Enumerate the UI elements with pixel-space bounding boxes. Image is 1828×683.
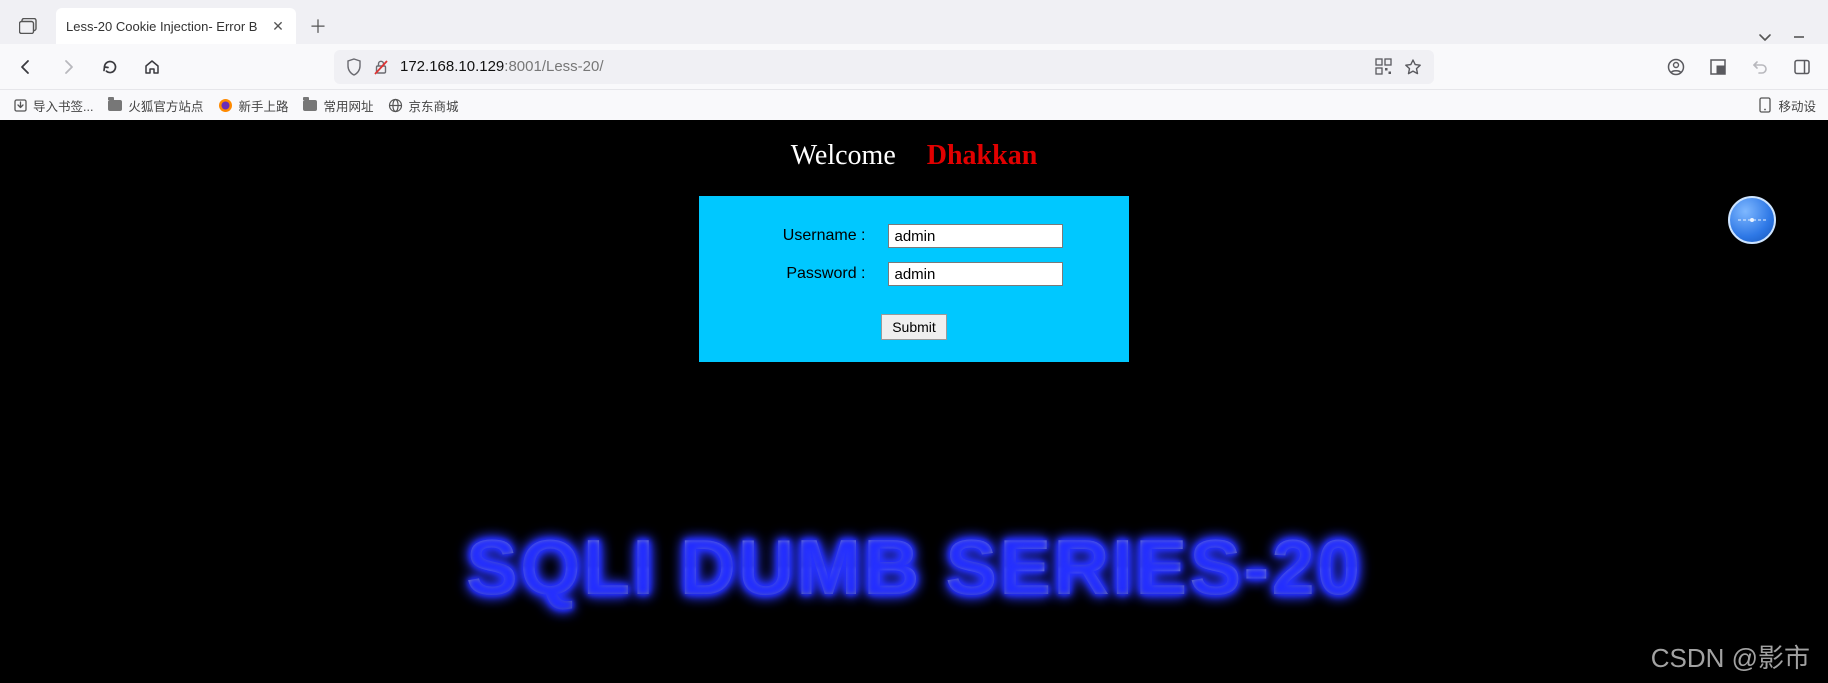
- bookmark-jd[interactable]: 京东商城: [387, 96, 458, 115]
- login-form: Username : Password :: [699, 196, 1129, 362]
- tabbar-right: [1758, 30, 1820, 44]
- page-body: Welcome Dhakkan Username : Password : SQ…: [0, 120, 1828, 683]
- forward-button: [54, 53, 82, 81]
- username-label: Username :: [766, 227, 866, 245]
- import-icon: [12, 97, 28, 113]
- mobile-bookmarks-button[interactable]: 移动设: [1757, 96, 1816, 115]
- watermark-text: CSDN @影市: [1651, 638, 1810, 675]
- sidebar-icon[interactable]: [1788, 53, 1816, 81]
- insecure-icon[interactable]: [372, 58, 390, 76]
- tab-close-icon[interactable]: ✕: [270, 18, 286, 35]
- shield-icon[interactable]: [346, 58, 362, 76]
- password-input[interactable]: [888, 262, 1063, 286]
- nav-trailing: [1662, 53, 1816, 81]
- username-input[interactable]: [888, 224, 1063, 248]
- qr-icon[interactable]: [1375, 58, 1392, 76]
- import-bookmarks-button[interactable]: 导入书签...: [12, 96, 93, 115]
- welcome-label: Welcome: [791, 140, 896, 171]
- clock-extension-icon[interactable]: [1728, 196, 1776, 244]
- home-button[interactable]: [138, 53, 166, 81]
- browser-tab-active[interactable]: Less-20 Cookie Injection- Error B ✕: [56, 8, 296, 44]
- account-icon[interactable]: [1662, 53, 1690, 81]
- new-tab-button[interactable]: ＋: [304, 12, 332, 40]
- back-button[interactable]: [12, 53, 40, 81]
- welcome-heading: Welcome Dhakkan: [0, 120, 1828, 172]
- firefox-icon: [217, 97, 233, 113]
- bookmark-folder-common[interactable]: 常用网址: [302, 96, 373, 115]
- screenshot-icon[interactable]: [1704, 53, 1732, 81]
- bookmark-getting-started[interactable]: 新手上路: [217, 96, 288, 115]
- url-text: 172.168.10.129:8001/Less-20/: [400, 58, 604, 75]
- bookmark-folder-official[interactable]: 火狐官方站点: [107, 96, 203, 115]
- mobile-icon: [1757, 97, 1773, 113]
- bookmarks-toolbar: 导入书签... 火狐官方站点 新手上路 常用网址 京东商城 移动设: [0, 90, 1828, 120]
- url-bar[interactable]: 172.168.10.129:8001/Less-20/: [334, 50, 1434, 84]
- bookmark-star-icon[interactable]: [1404, 58, 1422, 76]
- folder-icon: [302, 97, 318, 113]
- tab-title: Less-20 Cookie Injection- Error B: [66, 19, 262, 34]
- undo-icon[interactable]: [1746, 53, 1774, 81]
- series-banner: SQLI DUMB SERIES-20: [0, 522, 1828, 613]
- recent-windows-button[interactable]: [8, 8, 48, 44]
- password-label: Password :: [766, 265, 866, 283]
- minimize-icon[interactable]: [1792, 30, 1806, 44]
- nav-toolbar: 172.168.10.129:8001/Less-20/: [0, 44, 1828, 90]
- browser-chrome: Less-20 Cookie Injection- Error B ✕ ＋: [0, 0, 1828, 120]
- list-all-tabs-icon[interactable]: [1758, 30, 1772, 44]
- submit-button[interactable]: [881, 314, 947, 340]
- globe-icon: [387, 97, 403, 113]
- tab-strip: Less-20 Cookie Injection- Error B ✕ ＋: [0, 0, 1828, 44]
- welcome-name: Dhakkan: [927, 140, 1038, 171]
- folder-icon: [107, 97, 123, 113]
- reload-button[interactable]: [96, 53, 124, 81]
